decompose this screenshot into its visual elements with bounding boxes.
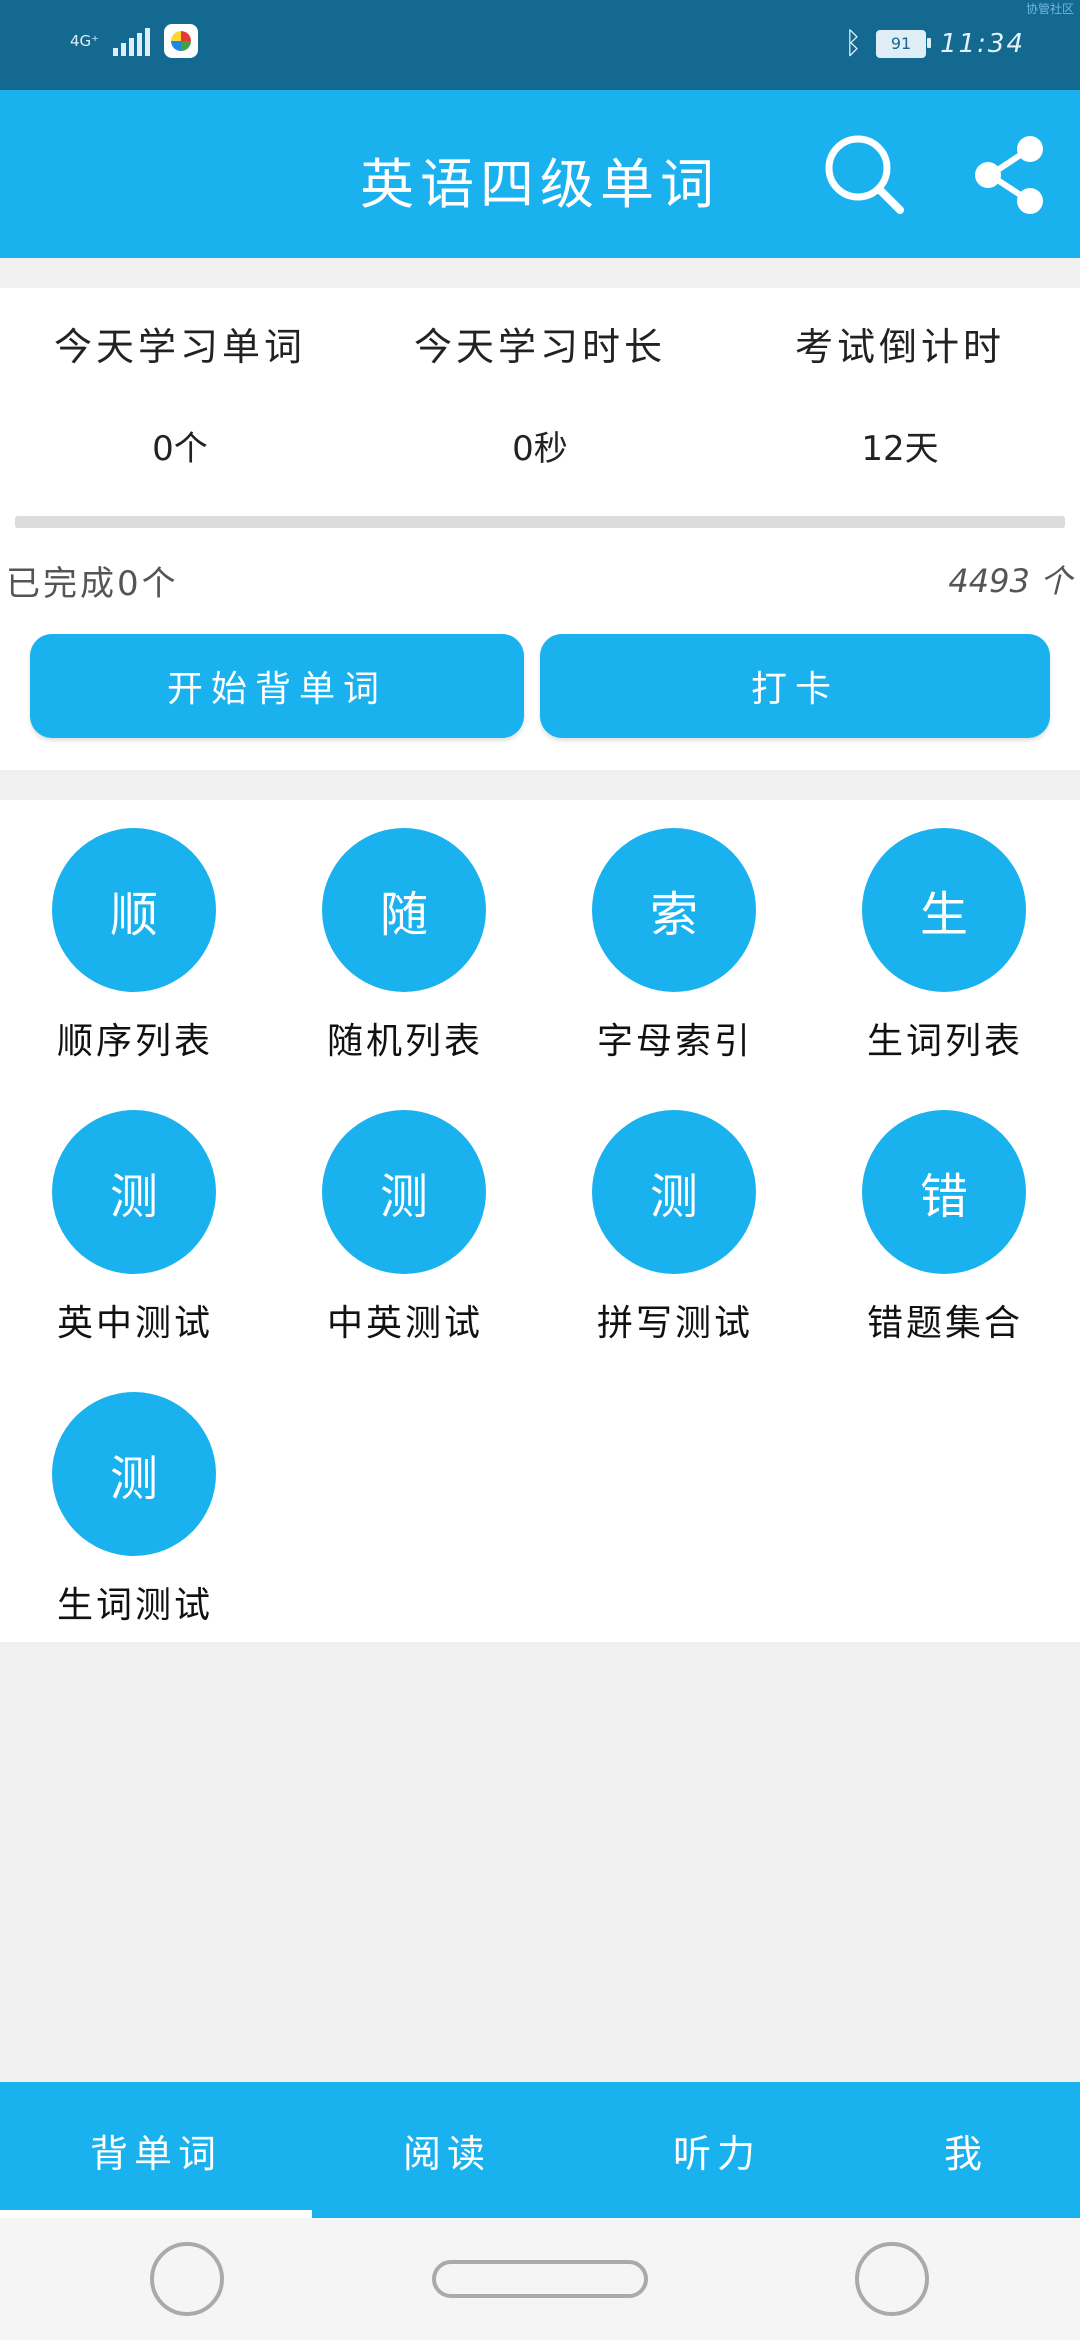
network-indicator: 4G⁺: [70, 32, 100, 50]
stat-value: 0秒: [512, 429, 568, 469]
new-words-test-icon: 测: [52, 1392, 216, 1556]
start-memorizing-button[interactable]: 开始背单词: [30, 634, 524, 738]
nav-home-button[interactable]: [432, 2260, 648, 2298]
grid-item-zh-en-test[interactable]: 测 中英测试: [270, 1082, 540, 1364]
grid-item-label: 错题集合: [866, 1303, 1023, 1344]
tab-memorize-words[interactable]: 背单词: [0, 2082, 312, 2218]
completed-count: 已完成0个: [6, 564, 179, 604]
function-grid: 顺 顺序列表 随 随机列表 索 字母索引 生 生词列表 测 英中测试 测 中英测…: [0, 800, 1080, 1642]
grid-item-new-words-list[interactable]: 生 生词列表: [810, 800, 1080, 1082]
tab-listening[interactable]: 听力: [582, 2082, 852, 2218]
tab-me[interactable]: 我: [852, 2082, 1080, 2218]
grid-item-label: 拼写测试: [596, 1303, 753, 1344]
status-time: 11:34: [940, 28, 1025, 59]
grid-item-label: 生词列表: [866, 1021, 1023, 1062]
grid-item-wrong-answers[interactable]: 错 错题集合: [810, 1082, 1080, 1364]
watermark-text: 协管社区: [1025, 2, 1074, 16]
stat-label: 今天学习单词: [53, 325, 306, 369]
stat-today-words: 今天学习单词 0个: [0, 316, 360, 470]
grid-item-sequential-list[interactable]: 顺 顺序列表: [0, 800, 270, 1082]
grid-item-label: 随机列表: [326, 1021, 483, 1062]
bluetooth-icon: ᛒ: [844, 26, 863, 61]
nav-back-button[interactable]: [150, 2242, 224, 2316]
share-button[interactable]: [970, 130, 1050, 220]
zh-en-test-icon: 测: [322, 1110, 486, 1274]
bottom-tab-bar: 背单词 阅读 听力 我: [0, 2082, 1080, 2218]
nav-recents-button[interactable]: [855, 2242, 929, 2316]
status-bar: 4G⁺ ᛒ 91 11:34 协管社区: [0, 0, 1080, 90]
progress-bar: [15, 516, 1065, 528]
app-bar: 英语四级单词: [0, 90, 1080, 258]
tab-reading[interactable]: 阅读: [312, 2082, 582, 2218]
random-list-icon: 随: [322, 828, 486, 992]
letter-index-icon: 索: [592, 828, 756, 992]
wrong-answers-icon: 错: [862, 1110, 1026, 1274]
spelling-test-icon: 测: [592, 1110, 756, 1274]
share-icon: [975, 136, 1043, 214]
stat-label: 今天学习时长: [413, 325, 666, 369]
battery-icon: 91: [876, 29, 932, 58]
stat-exam-countdown: 考试倒计时 12天: [720, 316, 1080, 470]
grid-item-label: 中英测试: [326, 1303, 483, 1344]
app-notification-icon: [164, 24, 199, 58]
stat-label: 考试倒计时: [794, 325, 1005, 369]
grid-item-letter-index[interactable]: 索 字母索引: [540, 800, 810, 1082]
grid-item-label: 字母索引: [596, 1021, 753, 1062]
search-button[interactable]: [820, 130, 910, 220]
sequential-list-icon: 顺: [52, 828, 216, 992]
grid-item-new-words-test[interactable]: 测 生词测试: [0, 1364, 270, 1646]
search-icon: [825, 135, 904, 214]
grid-item-random-list[interactable]: 随 随机列表: [270, 800, 540, 1082]
signal-icon: [113, 26, 151, 56]
new-words-list-icon: 生: [862, 828, 1026, 992]
total-count: 4493 个: [948, 562, 1072, 600]
status-left: 4G⁺: [70, 24, 199, 58]
grid-item-en-zh-test[interactable]: 测 英中测试: [0, 1082, 270, 1364]
en-zh-test-icon: 测: [52, 1110, 216, 1274]
grid-item-label: 英中测试: [56, 1303, 213, 1344]
stat-today-duration: 今天学习时长 0秒: [360, 316, 720, 470]
check-in-button[interactable]: 打卡: [540, 634, 1050, 738]
grid-item-label: 生词测试: [56, 1585, 213, 1626]
tab-selected-indicator: [0, 2210, 312, 2218]
system-navigation-bar: [0, 2218, 1080, 2340]
stats-panel: 今天学习单词 0个 今天学习时长 0秒 考试倒计时 12天 已完成0个 4493…: [0, 288, 1080, 770]
grid-item-label: 顺序列表: [56, 1021, 213, 1062]
page-title: 英语四级单词: [360, 153, 720, 216]
stat-value: 0个: [152, 429, 208, 469]
stat-value: 12天: [861, 429, 939, 469]
grid-item-spelling-test[interactable]: 测 拼写测试: [540, 1082, 810, 1364]
status-right: ᛒ 91 11:34: [844, 26, 1025, 61]
